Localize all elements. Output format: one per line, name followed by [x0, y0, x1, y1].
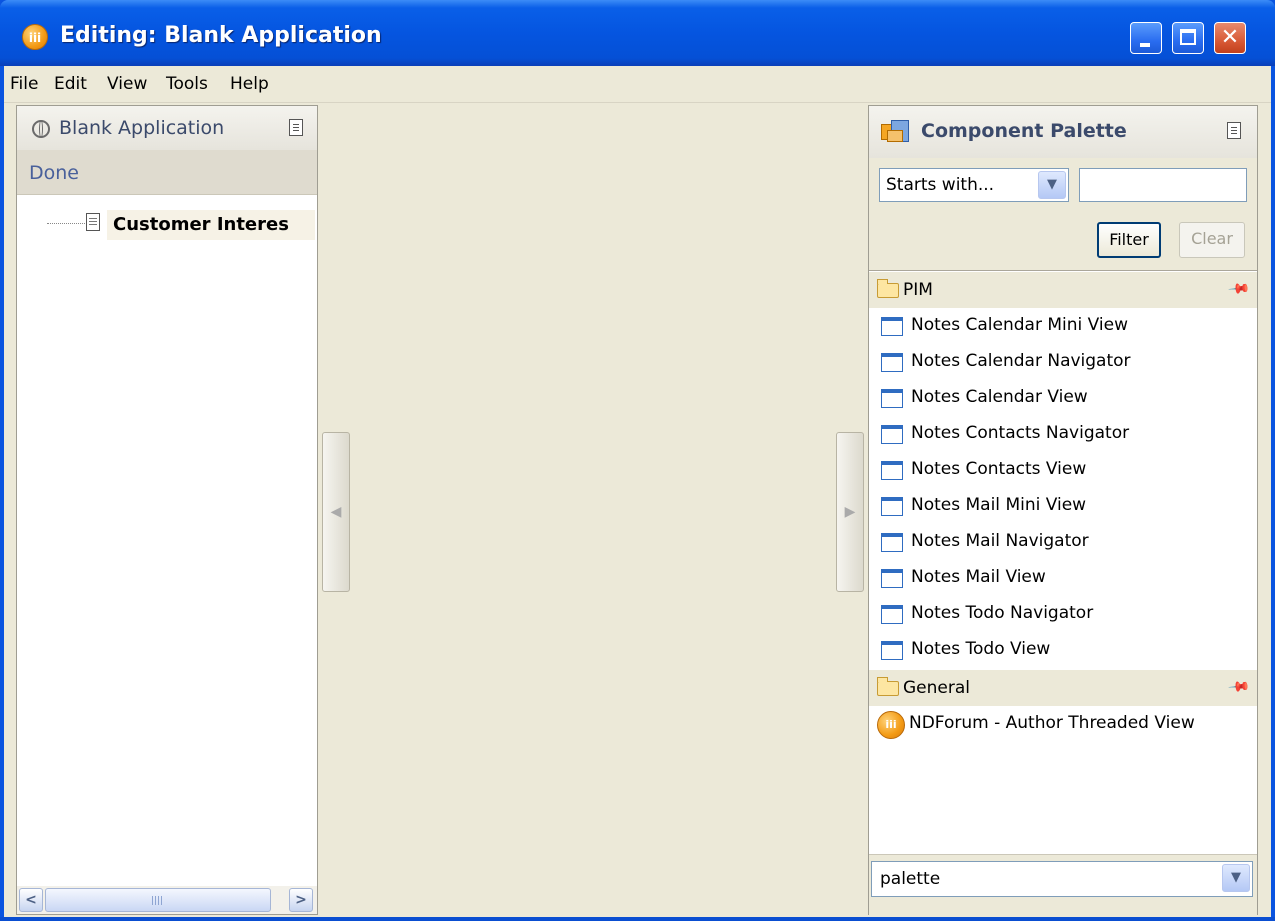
component-palette-panel: Component Palette Starts with... ▼ Filte…	[868, 105, 1258, 915]
tree-item-customer-interest[interactable]: Customer Interes	[107, 210, 315, 240]
menu-file[interactable]: File	[10, 74, 38, 94]
view-component-icon	[881, 461, 903, 480]
palette-item[interactable]: Notes Todo View	[869, 632, 1257, 668]
close-button[interactable]: ✕	[1214, 22, 1246, 54]
collapse-left-handle[interactable]: ◀	[322, 432, 350, 592]
pin-icon[interactable]: 📌	[1226, 277, 1250, 300]
palette-item[interactable]: Notes Mail Navigator	[869, 524, 1257, 560]
application-window: iii Editing: Blank Application ✕ File Ed…	[0, 0, 1275, 921]
palette-title: Component Palette	[921, 120, 1127, 142]
view-component-icon	[881, 497, 903, 516]
filter-mode-select[interactable]: Starts with... ▼	[879, 168, 1069, 202]
palette-item-label: NDForum - Author Threaded View	[909, 713, 1195, 733]
pin-icon[interactable]: 📌	[1226, 675, 1250, 698]
minimize-button[interactable]	[1130, 22, 1162, 54]
palette-item-label: Notes Contacts Navigator	[911, 423, 1130, 443]
palette-select[interactable]: palette ▼	[869, 854, 1257, 915]
app-logo-icon: iii	[22, 24, 48, 50]
scroll-right-button[interactable]: >	[289, 888, 313, 912]
palette-item-label: Notes Mail Navigator	[911, 531, 1089, 551]
grip-icon	[152, 896, 162, 905]
palette-item-label: Notes Calendar Navigator	[911, 351, 1131, 371]
palette-header: Component Palette	[869, 106, 1257, 159]
palette-item[interactable]: Notes Contacts View	[869, 452, 1257, 488]
palette-item[interactable]: Notes Calendar View	[869, 380, 1257, 416]
chevron-down-icon[interactable]: ▼	[1222, 864, 1250, 892]
filter-mode-value: Starts with...	[886, 175, 995, 195]
palette-item[interactable]: Notes Mail Mini View	[869, 488, 1257, 524]
folder-open-icon	[877, 677, 899, 696]
minimize-icon	[1140, 43, 1150, 47]
scroll-left-button[interactable]: <	[19, 888, 43, 912]
palette-item[interactable]: iii NDForum - Author Threaded View	[869, 706, 1257, 742]
menu-edit[interactable]: Edit	[54, 74, 87, 94]
palette-item[interactable]: Notes Mail View	[869, 560, 1257, 596]
palette-item[interactable]: Notes Calendar Navigator	[869, 344, 1257, 380]
panel-menu-icon[interactable]	[289, 119, 303, 136]
palette-item[interactable]: Notes Calendar Mini View	[869, 308, 1257, 344]
done-link[interactable]: Done	[29, 162, 79, 184]
palette-item-label: Notes Calendar View	[911, 387, 1088, 407]
menu-help[interactable]: Help	[230, 74, 269, 94]
view-component-icon	[881, 317, 903, 336]
group-header-pim[interactable]: PIM 📌	[869, 272, 1257, 308]
view-component-icon	[881, 641, 903, 660]
tree-connector	[47, 223, 85, 224]
close-icon: ✕	[1220, 25, 1240, 50]
palette-icon	[881, 120, 911, 144]
document-icon	[86, 213, 100, 231]
menu-view[interactable]: View	[107, 74, 147, 94]
maximize-button[interactable]	[1172, 22, 1204, 54]
view-component-icon	[881, 605, 903, 624]
scroll-thumb[interactable]	[45, 888, 271, 912]
view-component-icon	[881, 569, 903, 588]
ndforum-icon: iii	[877, 711, 905, 739]
window-border	[0, 917, 1275, 921]
palette-item-label: Notes Contacts View	[911, 459, 1087, 479]
palette-item[interactable]: Notes Todo Navigator	[869, 596, 1257, 632]
group-header-general[interactable]: General 📌	[869, 670, 1257, 706]
palette-select-box[interactable]: palette ▼	[871, 861, 1253, 897]
globe-icon	[32, 120, 50, 138]
filter-text-input[interactable]	[1079, 168, 1247, 202]
title-bar[interactable]: iii Editing: Blank Application ✕	[0, 0, 1275, 66]
palette-item-label: Notes Calendar Mini View	[911, 315, 1128, 335]
palette-item[interactable]: Notes Contacts Navigator	[869, 416, 1257, 452]
view-component-icon	[881, 533, 903, 552]
client-area: File Edit View Tools Help Blank Applicat…	[4, 66, 1271, 917]
palette-select-value: palette	[880, 869, 941, 889]
window-title: Editing: Blank Application	[60, 23, 382, 48]
view-component-icon	[881, 353, 903, 372]
group-label: General	[903, 678, 970, 698]
done-bar: Done	[17, 150, 317, 195]
maximize-icon	[1180, 29, 1196, 45]
filter-button[interactable]: Filter	[1097, 222, 1161, 258]
palette-item-label: Notes Mail Mini View	[911, 495, 1087, 515]
clear-button[interactable]: Clear	[1179, 222, 1245, 258]
group-label: PIM	[903, 280, 933, 300]
chevron-down-icon[interactable]: ▼	[1038, 171, 1066, 199]
palette-item-label: Notes Todo Navigator	[911, 603, 1094, 623]
view-component-icon	[881, 425, 903, 444]
navigator-header: Blank Application	[17, 106, 317, 151]
view-component-icon	[881, 389, 903, 408]
navigator-panel: Blank Application Done Customer Interes …	[16, 105, 318, 915]
navigator-title: Blank Application	[59, 117, 225, 139]
filter-area: Starts with... ▼ Filter Clear	[869, 158, 1257, 271]
menu-bar: File Edit View Tools Help	[4, 66, 1271, 103]
collapse-right-handle[interactable]: ▶	[836, 432, 864, 592]
horizontal-scrollbar[interactable]: < >	[17, 886, 317, 914]
panel-menu-icon[interactable]	[1227, 122, 1241, 139]
palette-item-label: Notes Mail View	[911, 567, 1046, 587]
menu-tools[interactable]: Tools	[166, 74, 208, 94]
palette-item-label: Notes Todo View	[911, 639, 1051, 659]
folder-open-icon	[877, 279, 899, 298]
